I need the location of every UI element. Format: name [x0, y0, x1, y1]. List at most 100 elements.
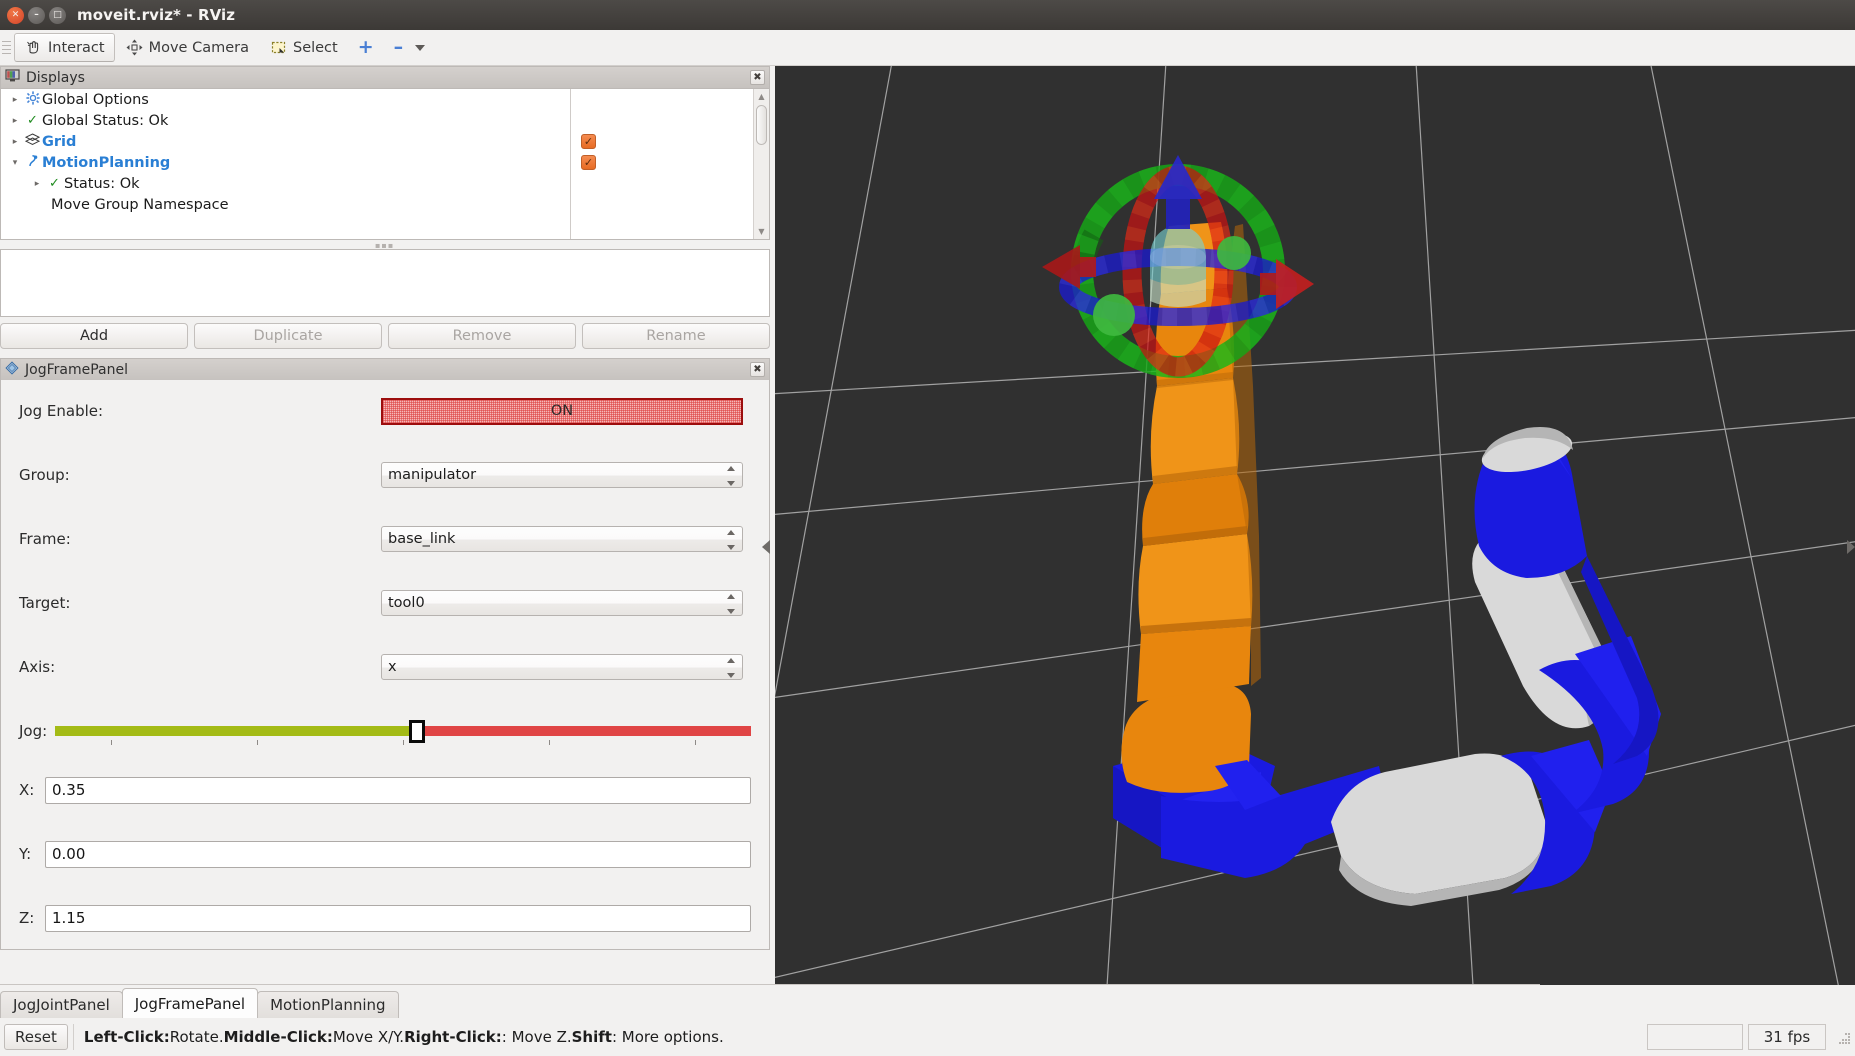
- reset-button[interactable]: Reset: [4, 1024, 68, 1050]
- frame-row: Frame: base_link: [19, 524, 751, 554]
- displays-button-row: Add Duplicate Remove Rename: [0, 323, 770, 349]
- tree-label: Global Options: [42, 91, 149, 108]
- jog-slider-track[interactable]: [55, 726, 751, 736]
- value-row: [571, 110, 769, 131]
- status-bar: Reset Left-Click: Rotate. Middle-Click: …: [0, 1018, 1855, 1056]
- z-input[interactable]: 1.15: [45, 904, 751, 932]
- y-label: Y:: [19, 845, 32, 863]
- window-close-icon[interactable]: ✕: [7, 6, 24, 24]
- spinner-arrows-icon[interactable]: [726, 530, 735, 550]
- hint-key: Shift: [571, 1028, 612, 1046]
- jog-enable-row: Jog Enable: ON: [19, 396, 751, 426]
- spinner-arrows-icon[interactable]: [726, 594, 735, 614]
- jog-slider[interactable]: [55, 718, 751, 746]
- motionplanning-enabled-checkbox[interactable]: ✓: [581, 155, 596, 170]
- measure-icon: –: [393, 36, 404, 58]
- rename-display-button[interactable]: Rename: [582, 323, 770, 349]
- tab-motionplanning[interactable]: MotionPlanning: [257, 991, 399, 1018]
- y-input[interactable]: 0.00: [45, 840, 751, 868]
- tab-list: JogJointPanel JogFramePanel MotionPlanni…: [0, 985, 399, 1018]
- motion-planning-icon: [23, 154, 42, 172]
- expander-icon[interactable]: ▾: [7, 158, 23, 168]
- panel-tabbar: JogJointPanel JogFramePanel MotionPlanni…: [0, 985, 1855, 1018]
- resize-grip-icon[interactable]: [1835, 1029, 1851, 1045]
- displays-tree-items: ▸ Global Options ▸ ✓ Global Status: Ok ▸…: [1, 89, 571, 239]
- displays-scrollbar[interactable]: ▲ ▼: [753, 89, 769, 239]
- tool-select-label: Select: [292, 39, 338, 56]
- jog-slider-ticks: [55, 740, 751, 746]
- spinner-arrows-icon[interactable]: [726, 658, 735, 678]
- collapse-right-icon[interactable]: [1847, 540, 1855, 554]
- frame-label: Frame:: [19, 530, 71, 548]
- status-empty-cell: [1647, 1024, 1743, 1050]
- rotation-handle-sphere-right: [1217, 236, 1251, 270]
- mouse-hint-text: Left-Click: Rotate. Middle-Click: Move X…: [72, 1024, 1642, 1050]
- jog-enable-toggle[interactable]: ON: [381, 397, 743, 425]
- spinner-arrows-icon[interactable]: [726, 466, 735, 486]
- jog-slider-tick: [549, 740, 551, 745]
- move-camera-icon: [125, 38, 144, 57]
- focus-camera-icon: +: [357, 36, 374, 58]
- scrollbar-thumb[interactable]: [756, 105, 767, 145]
- grid-enabled-checkbox[interactable]: ✓: [581, 134, 596, 149]
- tool-remove-minus[interactable]: –: [384, 33, 436, 62]
- collapse-left-icon[interactable]: [762, 540, 770, 554]
- x-input[interactable]: 0.35: [45, 776, 751, 804]
- jog-slider-tick: [403, 740, 404, 745]
- gear-icon: [23, 90, 42, 109]
- displays-panel-header: Displays ✖: [0, 66, 770, 88]
- tree-row-global-options[interactable]: ▸ Global Options: [1, 89, 570, 110]
- jog-enable-label: Jog Enable:: [19, 402, 104, 420]
- hint-key: Right-Click:: [404, 1028, 502, 1046]
- value-row: [571, 173, 769, 194]
- duplicate-display-button[interactable]: Duplicate: [194, 323, 382, 349]
- display-description-box: [0, 249, 770, 317]
- check-icon: ✓: [27, 113, 38, 128]
- tool-add-plus[interactable]: +: [348, 33, 384, 62]
- tab-jogframepanel[interactable]: JogFramePanel: [121, 988, 259, 1018]
- motionplanning-enabled-checkbox-row: ✓: [571, 152, 769, 173]
- window-minimize-icon[interactable]: –: [28, 6, 45, 24]
- remove-display-button[interactable]: Remove: [388, 323, 576, 349]
- expander-icon[interactable]: ▸: [7, 95, 23, 105]
- check-icon: ✓: [49, 176, 60, 191]
- expander-icon[interactable]: ▸: [29, 179, 45, 189]
- z-label: Z:: [19, 909, 35, 927]
- displays-tree[interactable]: ▸ Global Options ▸ ✓ Global Status: Ok ▸…: [0, 88, 770, 240]
- target-row: Target: tool0: [19, 588, 751, 618]
- frame-select[interactable]: base_link: [381, 526, 743, 552]
- left-dock: Displays ✖ ▸ Global Options ▸ ✓ Global S…: [0, 66, 770, 985]
- expander-icon[interactable]: ▸: [7, 137, 23, 147]
- panel-splitter[interactable]: ▪▪▪: [0, 240, 770, 250]
- window-maximize-icon[interactable]: □: [49, 6, 66, 24]
- chevron-down-icon[interactable]: [415, 44, 426, 51]
- tree-row-grid[interactable]: ▸ Grid: [1, 131, 570, 152]
- tree-row-global-status[interactable]: ▸ ✓ Global Status: Ok: [1, 110, 570, 131]
- expander-icon[interactable]: ▸: [7, 116, 23, 126]
- displays-close-icon[interactable]: ✖: [750, 70, 765, 85]
- scroll-up-icon[interactable]: ▲: [755, 89, 769, 104]
- tab-jogjointpanel[interactable]: JogJointPanel: [0, 991, 123, 1018]
- tree-row-move-group-namespace[interactable]: Move Group Namespace: [1, 194, 570, 215]
- axis-select[interactable]: x: [381, 654, 743, 680]
- jog-slider-tick: [256, 740, 258, 745]
- displays-value-column: ✓ ✓: [571, 89, 769, 239]
- jog-frame-panel-close-icon[interactable]: ✖: [750, 362, 765, 377]
- 3d-viewport[interactable]: [775, 66, 1855, 1018]
- tool-interact[interactable]: Interact: [14, 33, 115, 62]
- hint-text: Move X/Y.: [332, 1028, 405, 1046]
- tool-select[interactable]: Select: [259, 33, 348, 62]
- scroll-down-icon[interactable]: ▼: [755, 224, 769, 239]
- jog-slider-track-left: [55, 726, 417, 736]
- hint-text: : More options.: [611, 1028, 724, 1046]
- tree-row-status-ok[interactable]: ▸ ✓ Status: Ok: [1, 173, 570, 194]
- target-select[interactable]: tool0: [381, 590, 743, 616]
- tree-row-motionplanning[interactable]: ▾ MotionPlanning: [1, 152, 570, 173]
- window-controls: ✕ – □: [0, 6, 66, 24]
- group-select[interactable]: manipulator: [381, 462, 743, 488]
- coord-row-y: Y: 0.00: [19, 840, 751, 868]
- group-label: Group:: [19, 466, 70, 484]
- add-display-button[interactable]: Add: [0, 323, 188, 349]
- toolbar-grip[interactable]: [2, 39, 11, 57]
- tool-move-camera[interactable]: Move Camera: [115, 33, 259, 62]
